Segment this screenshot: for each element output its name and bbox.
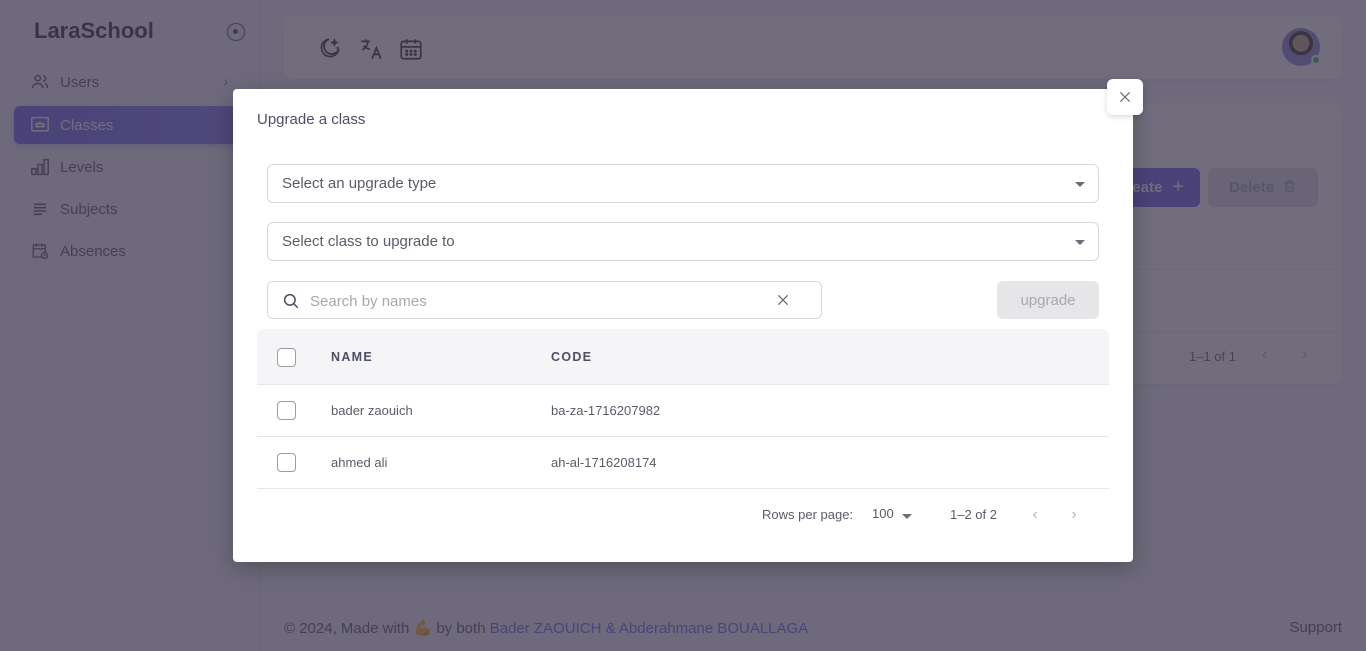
upgrade-class-dialog: Upgrade a class Select an upgrade type S… (233, 89, 1133, 562)
student-code: ah-al-1716208174 (551, 455, 657, 470)
table-row[interactable]: bader zaouich ba-za-1716207982 (257, 385, 1109, 437)
target-class-select[interactable]: Select class to upgrade to (267, 222, 1099, 261)
rows-per-page-select[interactable]: 100 (872, 506, 894, 521)
caret-down-icon (1075, 240, 1085, 245)
table-row[interactable]: ahmed ali ah-al-1716208174 (257, 437, 1109, 489)
search-icon (282, 292, 300, 310)
search-field (267, 281, 822, 319)
students-table: NAME CODE bader zaouich ba-za-1716207982… (257, 329, 1109, 489)
row-checkbox[interactable] (277, 453, 296, 472)
clear-search-icon[interactable] (775, 292, 791, 308)
pagination-range: 1–2 of 2 (950, 507, 997, 522)
select-all-checkbox[interactable] (277, 348, 296, 367)
upgrade-type-select[interactable]: Select an upgrade type (267, 164, 1099, 203)
close-icon (1119, 91, 1131, 103)
dialog-title: Upgrade a class (257, 111, 366, 128)
student-name: bader zaouich (331, 403, 413, 418)
student-code: ba-za-1716207982 (551, 403, 661, 418)
rows-per-page-label: Rows per page: (762, 507, 854, 522)
row-checkbox[interactable] (277, 401, 296, 420)
upgrade-button[interactable]: upgrade (997, 281, 1099, 319)
table-header: NAME CODE (257, 329, 1109, 385)
column-header-code[interactable]: CODE (551, 350, 592, 364)
select-placeholder: Select class to upgrade to (282, 233, 455, 250)
select-placeholder: Select an upgrade type (282, 175, 437, 192)
search-input[interactable] (310, 290, 760, 312)
student-name: ahmed ali (331, 455, 388, 470)
column-header-name[interactable]: NAME (331, 350, 373, 364)
caret-down-icon[interactable] (902, 514, 912, 519)
caret-down-icon (1075, 182, 1085, 187)
close-dialog-button[interactable] (1107, 79, 1143, 115)
prev-page-button[interactable]: ‹ (1027, 506, 1043, 524)
next-page-button[interactable]: › (1066, 506, 1082, 524)
